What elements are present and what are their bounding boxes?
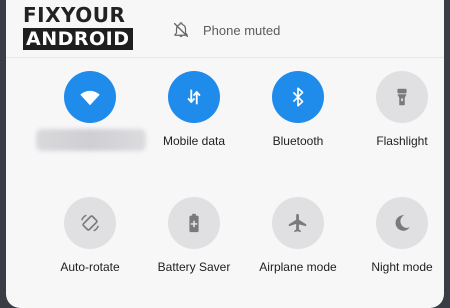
status-row[interactable]: Phone muted <box>172 20 280 40</box>
tile-label: Auto-rotate <box>60 260 120 274</box>
flashlight-icon <box>397 88 407 106</box>
tile-toggle-airplane-mode[interactable] <box>272 197 324 249</box>
status-text: Phone muted <box>203 22 281 38</box>
tile-toggle-auto-rotate[interactable] <box>64 197 116 249</box>
tile-toggle-mobile-data[interactable] <box>168 71 220 123</box>
tile-label: Flashlight <box>376 134 428 148</box>
bluetooth-icon <box>292 87 304 107</box>
tile-airplane-mode[interactable]: Airplane mode <box>244 197 354 287</box>
mobile-data-icon <box>187 89 201 105</box>
battery-saver-icon <box>189 213 199 233</box>
tile-label-redacted <box>36 129 146 151</box>
wifi-icon <box>80 90 100 106</box>
tile-mobile-data[interactable]: Mobile data <box>140 71 250 161</box>
auto-rotate-icon <box>81 214 99 232</box>
tile-label: Battery Saver <box>157 260 231 274</box>
tile-toggle-flashlight[interactable] <box>376 71 428 123</box>
tile-toggle-bluetooth[interactable] <box>272 71 324 123</box>
tile-label: Mobile data <box>162 134 226 148</box>
logo-text-top: FIXYOUR <box>23 3 126 27</box>
airplane-icon <box>288 213 307 233</box>
tile-toggle-wifi[interactable] <box>64 71 116 123</box>
fixyourandroid-logo: FIXYOUR ANDROID <box>23 4 137 50</box>
divider <box>6 57 444 58</box>
tile-auto-rotate[interactable]: Auto-rotate <box>36 197 146 287</box>
moon-icon <box>395 215 410 231</box>
tile-wifi[interactable] <box>36 71 146 161</box>
logo-text-bottom: ANDROID <box>23 28 133 50</box>
tile-night-mode[interactable]: Night mode <box>348 197 444 287</box>
tile-toggle-battery-saver[interactable] <box>168 197 220 249</box>
quick-settings-panel: FIXYOUR ANDROID Phone muted Mobile data … <box>6 0 444 308</box>
tile-toggle-night-mode[interactable] <box>376 197 428 249</box>
tile-flashlight[interactable]: Flashlight <box>348 71 444 161</box>
tile-bluetooth[interactable]: Bluetooth <box>244 71 354 161</box>
tile-label: Bluetooth <box>272 134 324 148</box>
bell-off-icon <box>173 22 189 38</box>
tile-battery-saver[interactable]: Battery Saver <box>140 197 250 287</box>
tile-label: Night mode <box>371 260 433 274</box>
tile-label: Airplane mode <box>259 260 337 274</box>
